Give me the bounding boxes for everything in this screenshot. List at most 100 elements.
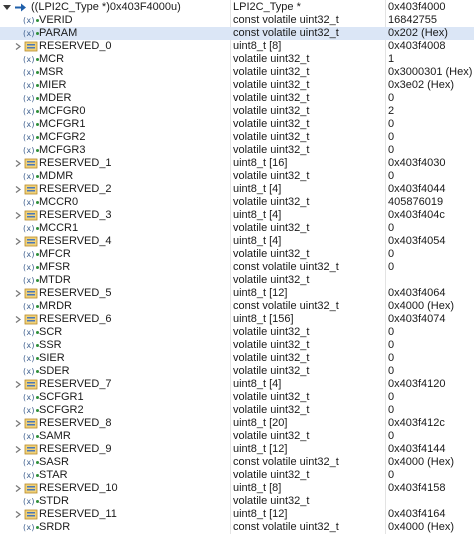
value-cell[interactable]: 0x403f4054 xyxy=(388,235,474,248)
value-cell[interactable]: 0 xyxy=(388,92,474,105)
tree-row[interactable]: (x) MDER volatile uint32_t 0 xyxy=(0,92,474,105)
tree-row[interactable]: RESERVED_8 uint8_t [20] 0x403f412c xyxy=(0,417,474,430)
tree-row[interactable]: (x) MCFGR0 volatile uint32_t 2 xyxy=(0,105,474,118)
value-cell[interactable]: 0x403f4158 xyxy=(388,482,474,495)
value-cell[interactable]: 0x403f4074 xyxy=(388,313,474,326)
value-cell[interactable]: 0x4000 (Hex) xyxy=(388,300,474,313)
tree-row[interactable]: (x) MSR volatile uint32_t 0x3000301 (Hex) xyxy=(0,66,474,79)
value-cell[interactable]: 0 xyxy=(388,352,474,365)
value-cell[interactable]: 0x403f4144 xyxy=(388,443,474,456)
type-cell: uint8_t [8] xyxy=(233,40,282,52)
tree-row[interactable]: (x) SIER volatile uint32_t 0 xyxy=(0,352,474,365)
tree-row[interactable]: RESERVED_11 uint8_t [12] 0x403f4164 xyxy=(0,508,474,521)
tree-row[interactable]: (x) MCR volatile uint32_t 1 xyxy=(0,53,474,66)
tree-row[interactable]: (x) STDR volatile uint32_t xyxy=(0,495,474,508)
chevron-right-icon[interactable] xyxy=(13,417,23,430)
chevron-right-icon[interactable] xyxy=(13,508,23,521)
tree-row[interactable]: (x) STAR volatile uint32_t 0 xyxy=(0,469,474,482)
value-cell[interactable]: 0x403f4008 xyxy=(388,40,474,53)
tree-row[interactable]: (x) MIER volatile uint32_t 0x3e02 (Hex) xyxy=(0,79,474,92)
chevron-right-icon[interactable] xyxy=(13,183,23,196)
tree-row[interactable]: (x) SASR const volatile uint32_t 0x4000 (He… xyxy=(0,456,474,469)
chevron-right-icon[interactable] xyxy=(13,157,23,170)
value-cell[interactable]: 0x403f4044 xyxy=(388,183,474,196)
value-cell[interactable]: 0 xyxy=(388,131,474,144)
value-cell[interactable] xyxy=(388,274,474,287)
chevron-right-icon[interactable] xyxy=(13,378,23,391)
tree-row[interactable]: (x) SCFGR2 volatile uint32_t 0 xyxy=(0,404,474,417)
tree-row[interactable]: (x) SDER volatile uint32_t 0 xyxy=(0,365,474,378)
value-cell[interactable]: 1 xyxy=(388,53,474,66)
tree-row[interactable]: (x) SCR volatile uint32_t 0 xyxy=(0,326,474,339)
value-cell[interactable]: 0x403f4120 xyxy=(388,378,474,391)
value-cell[interactable]: 0x202 (Hex) xyxy=(388,27,474,40)
tree-row[interactable]: (x) SSR volatile uint32_t 0 xyxy=(0,339,474,352)
value-cell[interactable]: 0x4000 (Hex) xyxy=(388,456,474,469)
tree-row[interactable]: (x) SCFGR1 volatile uint32_t 0 xyxy=(0,391,474,404)
chevron-right-icon[interactable] xyxy=(13,235,23,248)
value-cell[interactable]: 0 xyxy=(388,170,474,183)
chevron-right-icon[interactable] xyxy=(13,313,23,326)
value-cell[interactable]: 0x403f4064 xyxy=(388,287,474,300)
tree-row[interactable]: (x) PARAM const volatile uint32_t 0x202 (He… xyxy=(0,27,474,40)
tree-row[interactable]: RESERVED_7 uint8_t [4] 0x403f4120 xyxy=(0,378,474,391)
value-cell[interactable] xyxy=(388,495,474,508)
value-cell[interactable]: 0x403f4164 xyxy=(388,508,474,521)
chevron-right-icon[interactable] xyxy=(13,40,23,53)
value-cell[interactable]: 0 xyxy=(388,404,474,417)
value-cell[interactable]: 0 xyxy=(388,144,474,157)
tree-row[interactable]: RESERVED_3 uint8_t [4] 0x403f404c xyxy=(0,209,474,222)
tree-row[interactable]: RESERVED_6 uint8_t [156] 0x403f4074 xyxy=(0,313,474,326)
value-cell[interactable]: 16842755 xyxy=(388,14,474,27)
value-cell[interactable]: 0x3000301 (Hex) xyxy=(388,66,474,79)
tree-row[interactable]: (x) MFSR const volatile uint32_t 0 xyxy=(0,261,474,274)
tree-row[interactable]: RESERVED_4 uint8_t [4] 0x403f4054 xyxy=(0,235,474,248)
tree-row[interactable]: RESERVED_0 uint8_t [8] 0x403f4008 xyxy=(0,40,474,53)
chevron-right-icon[interactable] xyxy=(13,482,23,495)
value-cell[interactable]: 0x3e02 (Hex) xyxy=(388,79,474,92)
value-cell[interactable]: 0 xyxy=(388,118,474,131)
tree-row[interactable]: (x) MDMR volatile uint32_t 0 xyxy=(0,170,474,183)
tree-row[interactable]: (x) MCFGR1 volatile uint32_t 0 xyxy=(0,118,474,131)
value-cell[interactable]: 0 xyxy=(388,261,474,274)
name-cell: (x) PARAM xyxy=(0,27,228,40)
variable-icon: (x) xyxy=(22,54,39,65)
tree-row[interactable]: RESERVED_5 uint8_t [12] 0x403f4064 xyxy=(0,287,474,300)
value-cell[interactable]: 0 xyxy=(388,430,474,443)
tree-row[interactable]: (x) VERID const volatile uint32_t 16842755 xyxy=(0,14,474,27)
value-cell[interactable]: 0 xyxy=(388,391,474,404)
tree-row[interactable]: (x) MCCR0 volatile uint32_t 405876019 xyxy=(0,196,474,209)
root-value-cell[interactable]: 0x403f4000 xyxy=(388,1,474,14)
value-cell[interactable]: 0x403f4030 xyxy=(388,157,474,170)
tree-row[interactable]: RESERVED_9 uint8_t [12] 0x403f4144 xyxy=(0,443,474,456)
tree-row[interactable]: (x) SAMR volatile uint32_t 0 xyxy=(0,430,474,443)
tree-row[interactable]: RESERVED_2 uint8_t [4] 0x403f4044 xyxy=(0,183,474,196)
tree-row[interactable]: (x) MCCR1 volatile uint32_t 0 xyxy=(0,222,474,235)
chevron-right-icon[interactable] xyxy=(13,209,23,222)
name-cell: RESERVED_3 xyxy=(0,209,228,222)
value-cell[interactable]: 0x403f404c xyxy=(388,209,474,222)
tree-row[interactable]: (x) MCFGR2 volatile uint32_t 0 xyxy=(0,131,474,144)
value-cell[interactable]: 0 xyxy=(388,248,474,261)
expressions-tree: ((LPI2C_Type *)0x403F4000u) LPI2C_Type *… xyxy=(0,0,474,534)
tree-row[interactable]: (x) MCFGR3 volatile uint32_t 0 xyxy=(0,144,474,157)
value-cell[interactable]: 2 xyxy=(388,105,474,118)
value-cell[interactable]: 0 xyxy=(388,365,474,378)
value-cell[interactable]: 0x403f412c xyxy=(388,417,474,430)
chevron-down-icon[interactable] xyxy=(2,1,12,14)
tree-row[interactable]: RESERVED_1 uint8_t [16] 0x403f4030 xyxy=(0,157,474,170)
tree-row[interactable]: (x) MFCR volatile uint32_t 0 xyxy=(0,248,474,261)
value-cell[interactable]: 0 xyxy=(388,339,474,352)
value-cell[interactable]: 405876019 xyxy=(388,196,474,209)
root-row[interactable]: ((LPI2C_Type *)0x403F4000u) LPI2C_Type *… xyxy=(0,1,474,14)
value-cell[interactable]: 0 xyxy=(388,326,474,339)
value-cell[interactable]: 0 xyxy=(388,222,474,235)
tree-row[interactable]: (x) MTDR volatile uint32_t xyxy=(0,274,474,287)
chevron-right-icon[interactable] xyxy=(13,287,23,300)
value-cell[interactable]: 0 xyxy=(388,469,474,482)
value-cell[interactable]: 0x4000 (Hex) xyxy=(388,521,474,534)
tree-row[interactable]: (x) MRDR const volatile uint32_t 0x4000 (He… xyxy=(0,300,474,313)
tree-row[interactable]: (x) SRDR const volatile uint32_t 0x4000 (He… xyxy=(0,521,474,534)
tree-row[interactable]: RESERVED_10 uint8_t [8] 0x403f4158 xyxy=(0,482,474,495)
chevron-right-icon[interactable] xyxy=(13,443,23,456)
